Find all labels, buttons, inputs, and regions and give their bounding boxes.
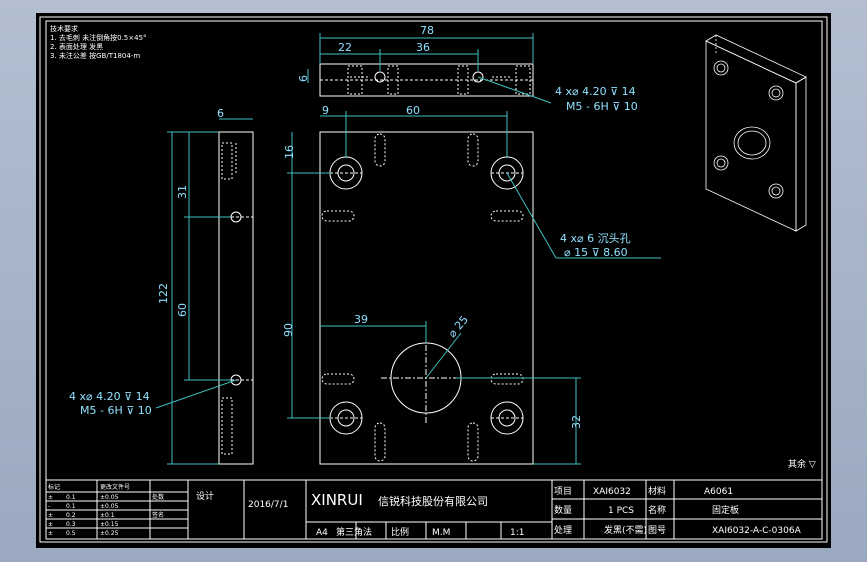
company-cn: 信锐科技股份有限公司 <box>378 494 488 508</box>
dim-side-lower: 60 <box>176 303 189 317</box>
rev-r2-c1: 0.1 <box>66 503 76 510</box>
part-name: 固定板 <box>712 504 739 516</box>
dim-side-total: 122 <box>157 283 170 304</box>
rev-r1-c0: ± <box>48 494 53 501</box>
cbore-callout-2: ⌀ 15 ⊽ 8.60 <box>564 246 628 259</box>
scale-label: 比例 <box>391 526 409 538</box>
rev-r2-c0: - <box>48 503 50 510</box>
cad-viewport: 技术要求 1. 去毛刺 未注倒角按0.5×45° 2. 表面处理 发黑 3. 未… <box>36 13 831 548</box>
dim-front-center-x: 39 <box>354 313 368 326</box>
finish-label: 处理 <box>554 524 572 536</box>
note-line-3: 3. 未注公差 按GB/T1804-m <box>50 51 140 60</box>
note-line-1: 1. 去毛刺 未注倒角按0.5×45° <box>50 33 147 42</box>
dim-side-upper: 31 <box>176 185 189 199</box>
rev-r4-c1: 0.3 <box>66 521 76 528</box>
sheet-size: A4 <box>316 528 328 538</box>
side-hole-callout-1: 4 x⌀ 4.20 ⊽ 14 <box>69 390 150 403</box>
side-view: 6 122 31 60 4 x⌀ 4.20 ⊽ 14 M5 - 6H ⊽ 10 <box>69 107 254 465</box>
projection-label: 第三角法 <box>336 526 372 538</box>
dim-front-bottom-32: 32 <box>570 415 583 429</box>
dim-side-width: 6 <box>217 107 224 120</box>
project-number: XAI6032 <box>593 487 631 497</box>
drawing-date: 2016/7/1 <box>248 500 288 510</box>
designer-label: 设计 <box>196 490 214 502</box>
finish: 发黑(不需) <box>604 524 647 536</box>
rev-r4-c2: ±0.15 <box>100 521 119 528</box>
technical-drawing: 技术要求 1. 去毛刺 未注倒角按0.5×45° 2. 表面处理 发黑 3. 未… <box>39 16 828 543</box>
dim-front-top-offset: 16 <box>283 145 296 159</box>
part-name-label: 名称 <box>648 504 666 516</box>
dim-front-bore-dia: ⌀ 25 <box>446 313 471 340</box>
company-latin: XINRUI <box>311 491 363 509</box>
rev-header-0: 标记 <box>48 483 60 491</box>
drawing-number-label: 图号 <box>648 525 666 536</box>
rev-header-2: 更改文件号 <box>100 483 130 491</box>
qty-label: 数量 <box>554 504 572 516</box>
rev-r2-c2: ±0.05 <box>100 503 119 510</box>
rev-r3-c1: 0.2 <box>66 512 76 519</box>
top-hole-callout-1: 4 x⌀ 4.20 ⊽ 14 <box>555 85 636 98</box>
rev-header-3: 签名 <box>152 511 164 519</box>
note-title: 技术要求 <box>50 24 78 33</box>
material-label: 材料 <box>648 485 666 497</box>
rev-r1-c1: 0.1 <box>66 494 76 501</box>
rev-r5-c1: 0.5 <box>66 530 76 537</box>
dim-top-mid: 36 <box>416 41 430 54</box>
scale-value: 1:1 <box>510 528 524 538</box>
dim-front-hole-span: 60 <box>406 104 420 117</box>
rev-header-1: 处数 <box>152 493 164 501</box>
rev-r5-c2: ±0.25 <box>100 530 119 537</box>
dim-front-left-offset: 9 <box>322 104 329 117</box>
cbore-callout-1: 4 x⌀ 6 沉头孔 <box>560 232 631 245</box>
project-label: 项目 <box>554 486 572 497</box>
top-view: 78 22 36 6 4 x⌀ 4.20 ⊽ 14 M5 - 6H ⊽ 10 <box>297 24 638 113</box>
top-hole-callout-2: M5 - 6H ⊽ 10 <box>566 100 638 113</box>
rev-r1-c2: ±0.05 <box>100 494 119 501</box>
unit: M.M <box>432 528 450 538</box>
rev-r4-c0: ± <box>48 521 53 528</box>
side-hole-callout-2: M5 - 6H ⊽ 10 <box>80 404 152 417</box>
rev-r5-c0: ± <box>48 530 53 537</box>
dim-top-left: 22 <box>338 41 352 54</box>
title-block: 标记 更改文件号 ± 0.1 ±0.05 - 0.1 ±0.05 ± 0.2 ±… <box>45 479 823 540</box>
surface-finish-note: 其余 ▽ <box>788 458 816 470</box>
dim-top-total: 78 <box>420 24 434 37</box>
note-line-2: 2. 表面处理 发黑 <box>50 42 103 51</box>
dim-front-height-90: 90 <box>282 323 295 337</box>
front-view: 9 60 16 90 39 ⌀ 25 32 4 x⌀ 6 沉头孔 ⌀ 15 ⊽ … <box>282 104 661 465</box>
drawing-number: XAI6032-A-C-0306A <box>712 526 802 536</box>
rev-r3-c0: ± <box>48 512 53 519</box>
rev-r3-c2: ±0.1 <box>100 512 115 519</box>
technical-notes: 技术要求 1. 去毛刺 未注倒角按0.5×45° 2. 表面处理 发黑 3. 未… <box>50 24 147 60</box>
quantity: 1 PCS <box>608 506 634 516</box>
side-view-outline <box>218 131 254 465</box>
material: A6061 <box>704 487 733 497</box>
isometric-view <box>705 34 807 232</box>
